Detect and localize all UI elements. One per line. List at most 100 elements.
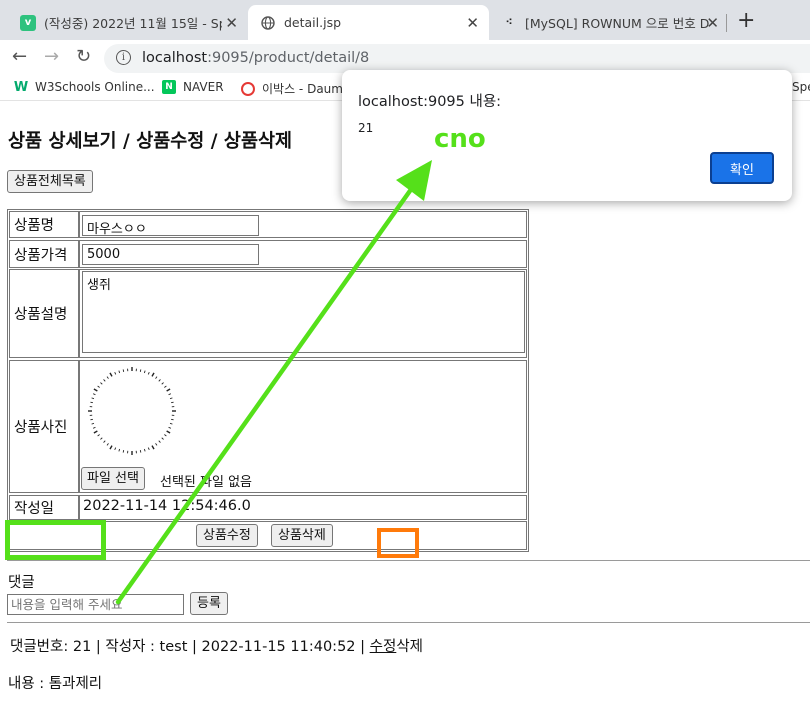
- spinner-tick: [164, 385, 167, 388]
- comment-meta: 댓글번호: 21 | 작성자 : test | 2022-11-15 11:40…: [10, 635, 423, 656]
- spinner-tick: [109, 372, 113, 377]
- spinner-tick: [103, 440, 106, 443]
- bookmark-naver[interactable]: N NAVER: [162, 80, 224, 94]
- spinner-tick: [91, 397, 95, 400]
- dialog-title: localhost:9095 내용:: [358, 94, 502, 110]
- label-product-desc: 상품설명: [9, 269, 79, 358]
- forward-arrow-icon[interactable]: →: [44, 46, 59, 67]
- url-host: localhost: [142, 50, 208, 66]
- label-product-price: 상품가격: [9, 240, 79, 268]
- spinner-tick: [100, 437, 103, 440]
- separator: |: [360, 639, 366, 655]
- spinner-tick: [143, 448, 146, 452]
- spinner-tick: [151, 445, 155, 450]
- spinner-tick: [171, 418, 174, 421]
- label-created-date: 작성일: [9, 495, 79, 520]
- product-delete-button[interactable]: 상품삭제: [271, 524, 333, 547]
- tab-label: detail.jsp: [284, 15, 342, 30]
- tab-velog[interactable]: v (작성중) 2022년 11월 15일 - Spr ✕: [8, 5, 248, 40]
- info-icon[interactable]: i: [116, 50, 131, 65]
- spinner-tick: [166, 430, 171, 434]
- dialog-ok-button[interactable]: 확인: [710, 152, 774, 184]
- bookmark-label: Spe: [792, 80, 810, 94]
- bookmark-label: W3Schools Online...: [35, 80, 155, 94]
- comment-edit-link[interactable]: 수정: [370, 639, 397, 655]
- comment-number: 댓글번호: 21: [10, 639, 92, 655]
- alert-dialog: localhost:9095 내용: 21 확인: [342, 70, 792, 201]
- spinner-tick: [166, 388, 171, 392]
- label-text: 상품사진: [14, 420, 68, 436]
- label-text: 작성일: [14, 501, 55, 517]
- close-icon[interactable]: ✕: [466, 14, 479, 32]
- velog-v-icon: v: [20, 14, 36, 31]
- url-text[interactable]: localhost:9095/product/detail/8: [142, 50, 369, 66]
- w3schools-icon: W: [13, 79, 29, 95]
- product-list-button[interactable]: 상품전체목록: [7, 170, 93, 193]
- highlight-box-edit-link: [377, 528, 419, 558]
- spinner-tick: [103, 379, 106, 382]
- spinner-tick: [122, 450, 125, 453]
- address-bar[interactable]: i localhost:9095/product/detail/8: [104, 44, 810, 73]
- spinner-tick: [90, 418, 93, 421]
- page-title: 상품 상세보기 / 상품수정 / 상품삭제: [8, 131, 292, 152]
- spinner-tick: [169, 397, 173, 400]
- divider: [7, 560, 810, 561]
- ebaks-icon: [241, 81, 255, 96]
- tab-mysql-rownum[interactable]: ⁖ [MySQL] ROWNUM 으로 번호 D ✕: [489, 5, 729, 40]
- file-select-button[interactable]: 파일 선택: [81, 467, 145, 490]
- comment-date: 2022-11-15 11:40:52: [201, 639, 356, 655]
- product-name-input[interactable]: 마우스ㅇㅇ: [82, 215, 259, 236]
- product-update-button[interactable]: 상품수정: [196, 524, 258, 547]
- spinner-tick: [93, 430, 98, 434]
- spinner-tick: [106, 376, 109, 379]
- highlight-box-comment-number: [5, 520, 106, 560]
- close-icon[interactable]: ✕: [706, 14, 719, 32]
- spinner-tick: [139, 369, 142, 372]
- loading-spinner-icon: [88, 367, 176, 455]
- comment-heading: 댓글: [8, 575, 35, 591]
- new-tab-icon[interactable]: +: [737, 8, 755, 33]
- tab-detail-jsp[interactable]: detail.jsp ✕: [248, 5, 489, 40]
- globe-icon: [260, 15, 276, 31]
- spinner-tick: [97, 385, 100, 388]
- spinner-tick: [92, 426, 96, 429]
- comment-input[interactable]: [7, 594, 184, 615]
- spinner-tick: [147, 447, 150, 451]
- spinner-tick: [155, 376, 158, 379]
- spinner-tick: [158, 379, 161, 382]
- spinner-tick: [114, 371, 117, 375]
- label-text: 상품설명: [14, 307, 68, 323]
- back-arrow-icon[interactable]: ←: [12, 46, 27, 67]
- spinner-tick: [118, 370, 121, 374]
- spinner-tick: [97, 434, 100, 437]
- bookmark-label: 이박스 - Daum: [262, 82, 343, 96]
- spinner-tick: [118, 448, 121, 452]
- spinner-tick: [100, 382, 103, 385]
- naver-icon: N: [162, 80, 176, 94]
- divider: [7, 622, 810, 623]
- bookmark-spe[interactable]: Spe: [792, 80, 810, 94]
- product-desc-textarea[interactable]: 생쥐: [82, 271, 525, 353]
- spinner-tick: [161, 382, 164, 385]
- dialog-message: 21: [358, 121, 374, 135]
- spinner-tick: [139, 450, 142, 453]
- spinner-tick: [168, 393, 172, 396]
- comment-delete-link[interactable]: 삭제: [396, 639, 423, 655]
- spinner-tick: [90, 401, 93, 404]
- bookmark-w3schools[interactable]: W W3Schools Online...: [13, 79, 155, 95]
- comment-content: 내용 : 톰과제리: [8, 676, 103, 692]
- dots-icon: ⁖: [505, 17, 513, 28]
- no-file-text: 선택된 파일 없음: [160, 475, 252, 490]
- product-price-input[interactable]: 5000: [82, 244, 259, 265]
- close-icon[interactable]: ✕: [225, 14, 238, 32]
- bookmark-ebaks[interactable]: 이박스 - Daum: [241, 80, 343, 97]
- spinner-tick: [155, 443, 158, 446]
- spinner-tick: [143, 370, 146, 374]
- comment-register-button[interactable]: 등록: [190, 592, 228, 615]
- spinner-tick: [91, 422, 95, 425]
- reload-icon[interactable]: ↻: [76, 46, 91, 67]
- spinner-tick: [151, 372, 155, 377]
- label-product-photo: 상품사진: [9, 360, 79, 493]
- label-text: 상품가격: [14, 247, 68, 264]
- spinner-tick: [122, 369, 125, 372]
